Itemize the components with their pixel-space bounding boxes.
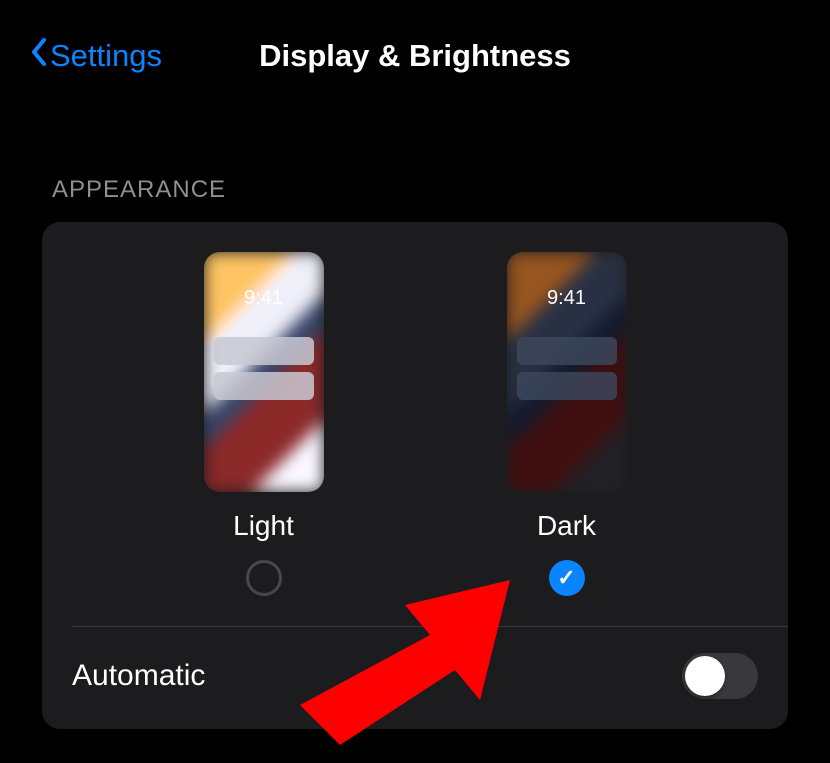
preview-time: 9:41 xyxy=(244,287,283,310)
dark-radio[interactable]: ✓ xyxy=(549,560,585,596)
automatic-label: Automatic xyxy=(72,659,205,693)
appearance-options: 9:41 Light 9:41 Dark ✓ xyxy=(72,252,758,626)
dark-label: Dark xyxy=(537,510,596,542)
chevron-left-icon xyxy=(28,36,48,76)
dark-mode-option[interactable]: 9:41 Dark ✓ xyxy=(507,252,627,596)
appearance-card: 9:41 Light 9:41 Dark ✓ xyxy=(42,222,788,729)
checkmark-icon: ✓ xyxy=(557,565,575,591)
back-label: Settings xyxy=(50,38,162,74)
appearance-section-header: APPEARANCE xyxy=(0,96,830,222)
light-mode-option[interactable]: 9:41 Light xyxy=(204,252,324,596)
light-label: Light xyxy=(233,510,294,542)
automatic-toggle[interactable] xyxy=(682,653,758,699)
back-button[interactable]: Settings xyxy=(28,36,162,76)
navigation-header: Settings Display & Brightness xyxy=(0,0,830,96)
toggle-knob xyxy=(685,656,725,696)
light-preview: 9:41 xyxy=(204,252,324,492)
automatic-row: Automatic xyxy=(72,627,758,709)
light-radio[interactable] xyxy=(246,560,282,596)
dark-preview: 9:41 xyxy=(507,252,627,492)
page-title: Display & Brightness xyxy=(259,38,571,74)
preview-time: 9:41 xyxy=(547,287,586,310)
